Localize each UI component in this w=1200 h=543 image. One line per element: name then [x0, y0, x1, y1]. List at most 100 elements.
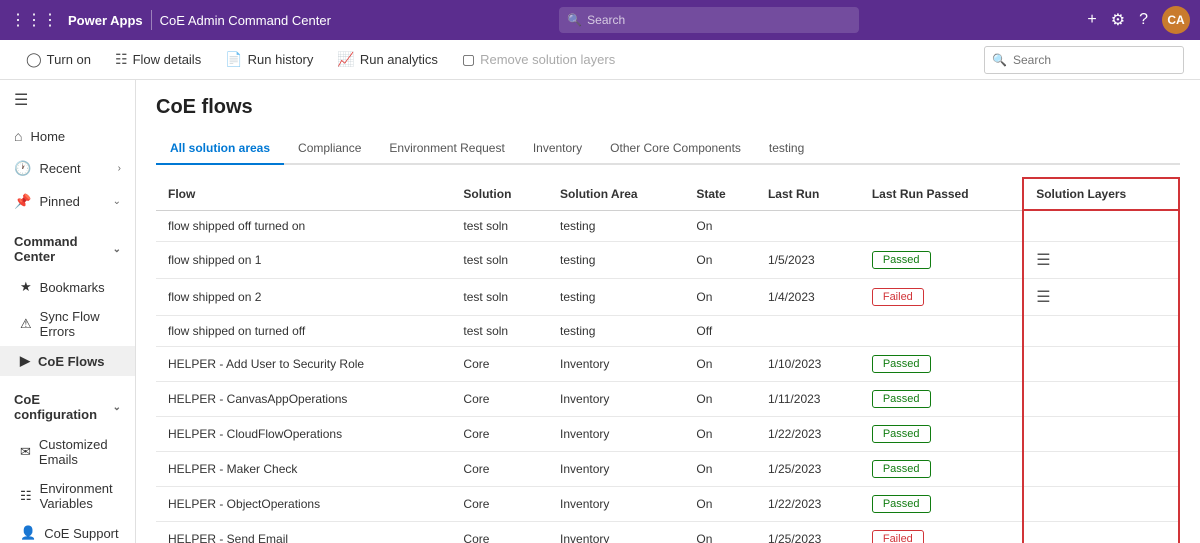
table-row[interactable]: HELPER - CloudFlowOperationsCoreInventor… [156, 416, 1179, 451]
coe-config-chevron: ⌄ [113, 402, 121, 413]
tab-environment-request[interactable]: Environment Request [375, 133, 518, 165]
status-badge: Passed [872, 251, 931, 269]
tab-all-solution-areas[interactable]: All solution areas [156, 133, 284, 165]
main-layout: ☰ ⌂ Home 🕐 Recent › 📌 Pinned ⌄ Command C… [0, 80, 1200, 543]
turn-on-icon: ◯ [26, 51, 42, 68]
run-analytics-button[interactable]: 📈 Run analytics [327, 47, 447, 72]
col-header-state: State [684, 178, 756, 210]
table-row[interactable]: HELPER - Send EmailCoreInventoryOn1/25/2… [156, 521, 1179, 543]
command-bar: ◯ Turn on ☷ Flow details 📄 Run history 📈… [0, 40, 1200, 80]
sidebar-item-home[interactable]: ⌂ Home [0, 120, 135, 152]
solution-layers-cell[interactable]: ☰ [1023, 241, 1179, 278]
sidebar-item-pinned[interactable]: 📌 Pinned ⌄ [0, 185, 135, 218]
sidebar-item-bookmarks[interactable]: ★ Bookmarks [0, 272, 135, 302]
pin-icon: 📌 [14, 193, 31, 210]
sidebar-item-coe-support[interactable]: 👤 CoE Support [0, 518, 135, 543]
global-search-icon: 🔍 [567, 13, 582, 27]
recent-label: Recent [39, 161, 80, 176]
home-label: Home [30, 129, 65, 144]
layers-icon[interactable]: ☰ [1036, 289, 1050, 306]
tab-inventory[interactable]: Inventory [519, 133, 596, 165]
coe-config-label: CoE configuration [14, 392, 113, 422]
env-vars-label: Environment Variables [40, 481, 121, 511]
solution-layers-cell [1023, 521, 1179, 543]
pinned-chevron: ⌄ [113, 196, 121, 207]
col-header-solution-layers: Solution Layers [1023, 178, 1179, 210]
tab-testing[interactable]: testing [755, 133, 818, 165]
status-badge: Failed [872, 530, 924, 543]
env-vars-icon: ☷ [20, 488, 32, 504]
col-header-solution-area: Solution Area [548, 178, 684, 210]
table-row[interactable]: HELPER - ObjectOperationsCoreInventoryOn… [156, 486, 1179, 521]
customized-emails-label: Customized Emails [39, 437, 121, 467]
coe-config-group-header[interactable]: CoE configuration ⌄ [0, 384, 135, 430]
tab-other-core-components[interactable]: Other Core Components [596, 133, 755, 165]
flows-table: FlowSolutionSolution AreaStateLast RunLa… [156, 177, 1180, 543]
bookmarks-label: Bookmarks [40, 280, 105, 295]
solution-layers-cell [1023, 210, 1179, 241]
command-bar-search-container: 🔍 [984, 46, 1184, 74]
coe-support-label: CoE Support [44, 526, 118, 541]
global-search-input[interactable] [559, 7, 859, 33]
sidebar-item-env-vars[interactable]: ☷ Environment Variables [0, 474, 135, 518]
solution-layers-cell [1023, 416, 1179, 451]
solution-layers-cell[interactable]: ☰ [1023, 278, 1179, 315]
status-badge: Passed [872, 355, 931, 373]
recent-icon: 🕐 [14, 160, 31, 177]
status-badge: Failed [872, 288, 924, 306]
status-badge: Passed [872, 425, 931, 443]
pinned-label: Pinned [39, 194, 79, 209]
solution-layers-cell [1023, 315, 1179, 346]
command-bar-search-icon: 🔍 [992, 53, 1007, 67]
add-icon[interactable]: + [1087, 11, 1096, 29]
coe-flows-icon: ▶ [20, 353, 30, 369]
flow-details-icon: ☷ [115, 51, 128, 68]
layers-icon[interactable]: ☰ [1036, 252, 1050, 269]
tabs-row: All solution areasComplianceEnvironment … [156, 133, 1180, 165]
context-name: CoE Admin Command Center [160, 13, 331, 28]
command-center-group-header[interactable]: Command Center ⌄ [0, 226, 135, 272]
sidebar-item-customized-emails[interactable]: ✉ Customized Emails [0, 430, 135, 474]
table-row[interactable]: HELPER - CanvasAppOperationsCoreInventor… [156, 381, 1179, 416]
brand: Power Apps CoE Admin Command Center [68, 10, 331, 30]
col-header-last-run-passed: Last Run Passed [860, 178, 1023, 210]
run-history-icon: 📄 [225, 51, 242, 68]
avatar[interactable]: CA [1162, 6, 1190, 34]
status-badge: Passed [872, 460, 931, 478]
content-area: CoE flows All solution areasComplianceEn… [136, 80, 1200, 543]
app-name: Power Apps [68, 13, 143, 28]
command-bar-search-input[interactable] [984, 46, 1184, 74]
sidebar-item-sync-flow-errors[interactable]: ⚠ Sync Flow Errors [0, 302, 135, 346]
home-icon: ⌂ [14, 128, 22, 144]
sidebar-item-recent[interactable]: 🕐 Recent › [0, 152, 135, 185]
remove-solution-layers-button[interactable]: ▢ Remove solution layers [452, 47, 625, 72]
flow-details-button[interactable]: ☷ Flow details [105, 47, 211, 72]
coe-flows-label: CoE Flows [38, 354, 104, 369]
help-icon[interactable]: ? [1139, 11, 1148, 29]
command-center-chevron: ⌄ [113, 244, 121, 255]
grid-icon[interactable]: ⋮⋮⋮ [10, 10, 58, 30]
turn-on-button[interactable]: ◯ Turn on [16, 47, 101, 72]
status-badge: Passed [872, 390, 931, 408]
sidebar-item-coe-flows[interactable]: ▶ CoE Flows [0, 346, 135, 376]
tab-compliance[interactable]: Compliance [284, 133, 375, 165]
page-title: CoE flows [156, 96, 1180, 119]
table-row[interactable]: flow shipped on 1test solntestingOn1/5/2… [156, 241, 1179, 278]
solution-layers-cell [1023, 346, 1179, 381]
sync-flow-label: Sync Flow Errors [40, 309, 121, 339]
settings-icon[interactable]: ⚙ [1111, 10, 1125, 30]
run-history-button[interactable]: 📄 Run history [215, 47, 323, 72]
run-analytics-icon: 📈 [337, 51, 354, 68]
table-row[interactable]: flow shipped on turned offtest solntesti… [156, 315, 1179, 346]
col-header-flow: Flow [156, 178, 451, 210]
table-row[interactable]: flow shipped off turned ontest solntesti… [156, 210, 1179, 241]
global-search-container: 🔍 [341, 7, 1078, 33]
hamburger-button[interactable]: ☰ [0, 80, 135, 120]
top-bar-actions: + ⚙ ? CA [1087, 6, 1190, 34]
bookmarks-icon: ★ [20, 279, 32, 295]
sync-flow-icon: ⚠ [20, 316, 32, 332]
table-row[interactable]: flow shipped on 2test solntestingOn1/4/2… [156, 278, 1179, 315]
table-row[interactable]: HELPER - Add User to Security RoleCoreIn… [156, 346, 1179, 381]
remove-solution-icon: ▢ [462, 51, 475, 68]
table-row[interactable]: HELPER - Maker CheckCoreInventoryOn1/25/… [156, 451, 1179, 486]
